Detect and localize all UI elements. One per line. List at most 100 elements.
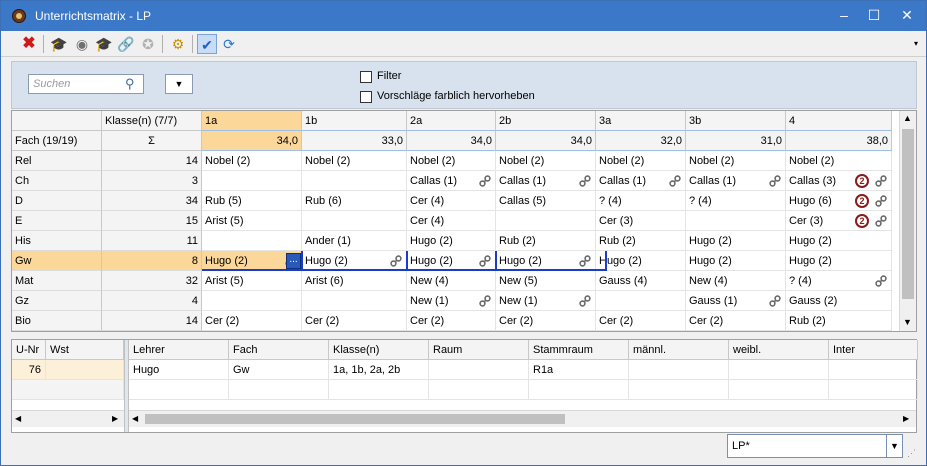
link-icon[interactable] — [875, 215, 887, 227]
subject-count-header[interactable]: Fach (19/19) — [12, 131, 102, 151]
matrix-cell[interactable]: Cer (2) — [496, 311, 596, 331]
matrix-cell[interactable]: New (4) — [686, 271, 786, 291]
matrix-cell[interactable]: Nobel (2) — [596, 151, 686, 171]
detail-cell[interactable] — [729, 360, 829, 380]
filter-checkbox[interactable] — [360, 71, 372, 83]
link-icon[interactable]: 🔗 — [116, 34, 136, 54]
subject-row-header[interactable]: Gz — [12, 291, 102, 311]
resize-grip-icon[interactable]: ⋰ — [907, 448, 916, 459]
detail-cell[interactable] — [629, 360, 729, 380]
detail-header[interactable]: Raum — [429, 340, 529, 360]
detail-empty-cell[interactable] — [629, 380, 729, 400]
matrix-cell[interactable]: Cer (4) — [407, 191, 496, 211]
matrix-cell[interactable]: Hugo (2) — [496, 251, 596, 271]
matrix-cell[interactable]: Callas (1) — [686, 171, 786, 191]
detail-header[interactable]: weibl. — [729, 340, 829, 360]
link-icon[interactable] — [769, 175, 781, 187]
subject-row-header[interactable]: Bio — [12, 311, 102, 331]
matrix-cell[interactable]: New (4) — [407, 271, 496, 291]
matrix-cell[interactable]: Gauss (4) — [596, 271, 686, 291]
matrix-cell[interactable]: Rub (2) — [786, 311, 892, 331]
detail-empty-cell[interactable] — [729, 380, 829, 400]
link-icon[interactable] — [669, 175, 681, 187]
matrix-cell[interactable]: Nobel (2) — [202, 151, 302, 171]
check-list-icon[interactable]: ✔ — [197, 34, 217, 54]
class-header-3b[interactable]: 3b — [686, 111, 786, 131]
highlight-checkbox[interactable] — [360, 91, 372, 103]
detail-empty-cell[interactable] — [429, 380, 529, 400]
class-cap-icon[interactable]: 🎓 — [94, 34, 114, 54]
detail-cell[interactable]: R1a — [529, 360, 629, 380]
matrix-cell[interactable]: Cer (4) — [407, 211, 496, 231]
matrix-cell[interactable]: Nobel (2) — [496, 151, 596, 171]
title-bar[interactable]: Unterrichtsmatrix - LP – ☐ ✕ — [1, 1, 926, 31]
gear-icon[interactable]: ⚙ — [168, 34, 188, 54]
link-icon[interactable] — [579, 295, 591, 307]
matrix-cell[interactable]: Hugo (2) — [596, 251, 686, 271]
matrix-cell[interactable] — [302, 291, 407, 311]
matrix-cell[interactable]: Arist (5) — [202, 211, 302, 231]
matrix-cell[interactable]: Cer (2) — [202, 311, 302, 331]
scroll-thumb[interactable] — [145, 414, 565, 424]
link-icon[interactable] — [875, 275, 887, 287]
matrix-cell[interactable]: Cer (2) — [302, 311, 407, 331]
subject-row-header[interactable]: Rel — [12, 151, 102, 171]
link-icon[interactable] — [579, 175, 591, 187]
delete-icon[interactable]: ✖ — [19, 34, 39, 54]
link-icon[interactable] — [875, 195, 887, 207]
matrix-cell[interactable]: Arist (6) — [302, 271, 407, 291]
subject-row-header[interactable]: E — [12, 211, 102, 231]
matrix-cell[interactable]: Cer (3) 2 — [786, 211, 892, 231]
teacher-icon[interactable]: ◉ — [72, 34, 92, 54]
detail-cell[interactable]: 1a, 1b, 2a, 2b — [329, 360, 429, 380]
subject-row-header[interactable]: Mat — [12, 271, 102, 291]
detail-empty-cell[interactable] — [129, 380, 229, 400]
matrix-cell[interactable]: Arist (5) — [202, 271, 302, 291]
matrix-cell[interactable]: Callas (3) 2 — [786, 171, 892, 191]
matrix-cell[interactable] — [202, 171, 302, 191]
matrix-cell[interactable] — [596, 291, 686, 311]
link-icon[interactable] — [479, 175, 491, 187]
matrix-cell[interactable]: Gauss (1) — [686, 291, 786, 311]
ellipsis-button[interactable]: ... — [286, 253, 301, 269]
matrix-cell[interactable]: Hugo (2) — [302, 251, 407, 271]
matrix-cell[interactable]: Rub (6) — [302, 191, 407, 211]
matrix-cell[interactable]: Ander (1) — [302, 231, 407, 251]
matrix-cell[interactable]: Hugo (2) — [786, 251, 892, 271]
matrix-cell[interactable] — [686, 211, 786, 231]
maximize-button[interactable]: ☐ — [857, 1, 891, 31]
matrix-cell[interactable]: Gauss (2) — [786, 291, 892, 311]
matrix-cell[interactable]: Nobel (2) — [686, 151, 786, 171]
scroll-down-icon[interactable]: ▼ — [903, 317, 912, 327]
close-button[interactable]: ✕ — [890, 1, 924, 31]
link-icon[interactable] — [479, 295, 491, 307]
matrix-cell[interactable]: Nobel (2) — [302, 151, 407, 171]
class-header-3a[interactable]: 3a — [596, 111, 686, 131]
graduation-cap-icon[interactable]: 🎓 — [49, 34, 69, 54]
detail-empty-cell[interactable] — [829, 380, 918, 400]
matrix-cell[interactable]: Callas (1) — [496, 171, 596, 191]
link-icon[interactable] — [875, 175, 887, 187]
matrix-cell[interactable]: New (1) — [496, 291, 596, 311]
matrix-cell[interactable] — [202, 291, 302, 311]
class-header-1a[interactable]: 1a — [202, 111, 302, 131]
detail-cell[interactable]: Hugo — [129, 360, 229, 380]
matrix-cell[interactable]: ? (4) — [686, 191, 786, 211]
matrix-cell[interactable]: Callas (1) — [596, 171, 686, 191]
detail-left-cell[interactable]: 76 — [12, 360, 46, 380]
link-icon[interactable] — [390, 255, 402, 267]
app-icon[interactable] — [12, 9, 26, 23]
class-header-1b[interactable]: 1b — [302, 111, 407, 131]
matrix-cell[interactable]: ? (4) — [596, 191, 686, 211]
class-count-header[interactable]: Klasse(n) (7/7) — [102, 111, 202, 131]
detail-cell[interactable] — [829, 360, 918, 380]
detail-header[interactable]: männl. — [629, 340, 729, 360]
scroll-right-icon[interactable]: ▶ — [112, 414, 118, 423]
matrix-cell[interactable] — [302, 211, 407, 231]
scroll-left-icon[interactable]: ◀ — [15, 414, 21, 423]
detail-header[interactable]: Klasse(n) — [329, 340, 429, 360]
subject-row-header[interactable]: Gw — [12, 251, 102, 271]
search-dropdown-button[interactable]: ▼ — [165, 74, 193, 94]
detail-empty-cell[interactable] — [329, 380, 429, 400]
left-horizontal-scrollbar[interactable]: ◀ ▶ — [12, 410, 124, 427]
